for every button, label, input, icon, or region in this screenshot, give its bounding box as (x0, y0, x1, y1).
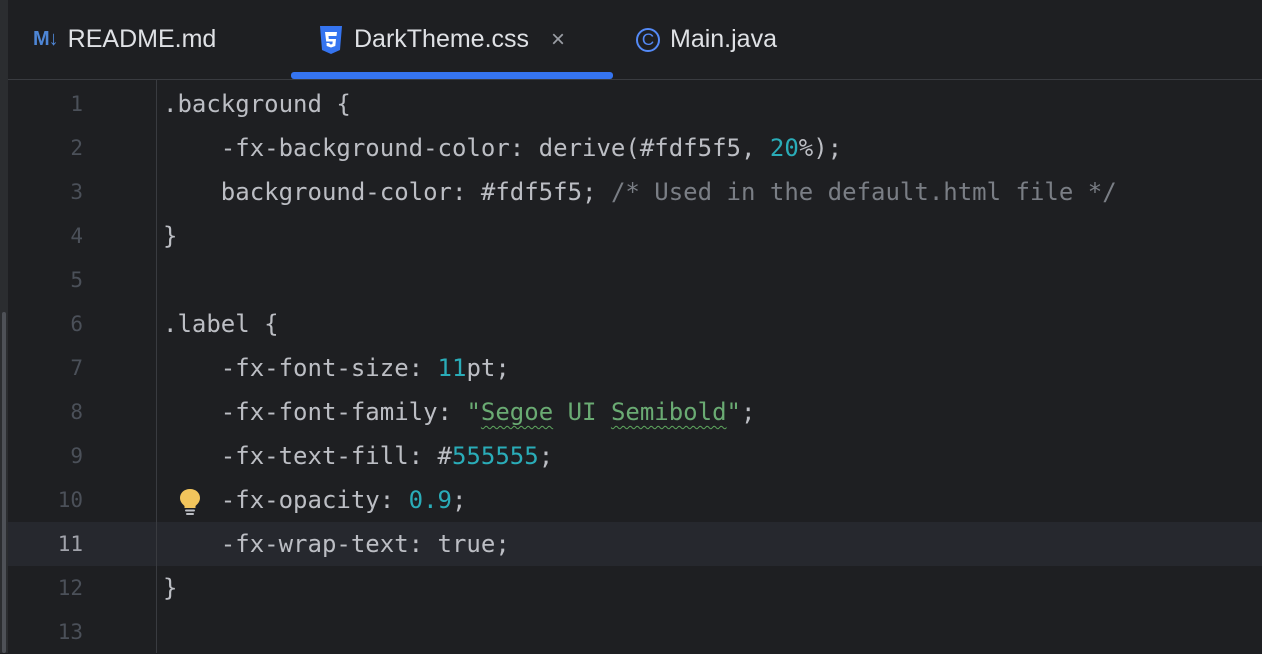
line-number: 1 (70, 92, 83, 116)
code-line[interactable]: 1 .background { (8, 82, 1262, 126)
code-text: -fx-background-color: derive(#fdf5f5, 20… (163, 134, 843, 162)
code-line[interactable]: 2 -fx-background-color: derive(#fdf5f5, … (8, 126, 1262, 170)
code-text: .label { (163, 310, 279, 338)
line-number: 3 (70, 180, 83, 204)
tab-main-java[interactable]: C Main.java (636, 0, 777, 79)
tab-label: README.md (67, 25, 217, 53)
tab-label: Main.java (670, 25, 777, 53)
code-text: } (163, 574, 178, 602)
line-number: 13 (57, 620, 83, 644)
code-line[interactable]: 13 (8, 610, 1262, 654)
tab-readme[interactable]: M↓ README.md (33, 0, 216, 79)
code-text: background-color: #fdf5f5; /* Used in th… (163, 178, 1117, 206)
code-line[interactable]: 10 -fx-opacity: 0.9; (8, 478, 1262, 522)
spelling-warning: Segoe (480, 398, 554, 426)
line-number: 9 (70, 444, 83, 468)
spelling-warning: Semibold (610, 398, 727, 426)
code-line[interactable]: 7 -fx-font-size: 11pt; (8, 346, 1262, 390)
line-number: 2 (70, 136, 83, 160)
tab-darktheme-css[interactable]: DarkTheme.css × (318, 0, 565, 79)
code-comment: /* Used in the default.html file */ (610, 178, 1117, 206)
code-editor[interactable]: 1 .background { 2 -fx-background-color: … (8, 80, 1262, 653)
code-text: } (163, 222, 178, 250)
code-line[interactable]: 12 } (8, 566, 1262, 610)
line-number: 12 (57, 576, 83, 600)
css-file-icon (320, 25, 342, 54)
code-text: -fx-text-fill: #555555; (163, 442, 554, 470)
tab-label: DarkTheme.css (354, 25, 530, 53)
line-number: 8 (70, 400, 83, 424)
java-class-icon: C (636, 27, 660, 52)
line-number: 11 (57, 532, 83, 556)
line-number: 4 (70, 224, 83, 248)
code-line-current[interactable]: 11 -fx-wrap-text: true; (8, 522, 1262, 566)
line-number: 5 (70, 268, 83, 292)
line-number: 6 (70, 312, 83, 336)
gutter-divider (156, 80, 157, 653)
code-line[interactable]: 3 background-color: #fdf5f5; /* Used in … (8, 170, 1262, 214)
active-tab-indicator (291, 72, 613, 79)
code-text: -fx-font-size: 11pt; (163, 354, 510, 382)
code-text: .background { (163, 90, 351, 118)
code-text: -fx-font-family: "Segoe UI Semibold"; (163, 398, 756, 426)
markdown-file-icon: M↓ (33, 28, 59, 50)
code-text: -fx-opacity: 0.9; (163, 486, 467, 514)
editor-tab-bar: M↓ README.md DarkTheme.css × C Main.java (8, 0, 1262, 80)
code-line[interactable]: 8 -fx-font-family: "Segoe UI Semibold"; (8, 390, 1262, 434)
code-line[interactable]: 6 .label { (8, 302, 1262, 346)
code-line[interactable]: 5 (8, 258, 1262, 302)
line-number: 10 (57, 488, 83, 512)
close-tab-icon[interactable]: × (551, 26, 565, 54)
code-line[interactable]: 9 -fx-text-fill: #555555; (8, 434, 1262, 478)
code-text: -fx-wrap-text: true; (163, 530, 510, 558)
scrollbar-thumb[interactable] (2, 312, 6, 653)
left-scroll-strip (0, 0, 8, 653)
line-number: 7 (70, 356, 83, 380)
code-line[interactable]: 4 } (8, 214, 1262, 258)
